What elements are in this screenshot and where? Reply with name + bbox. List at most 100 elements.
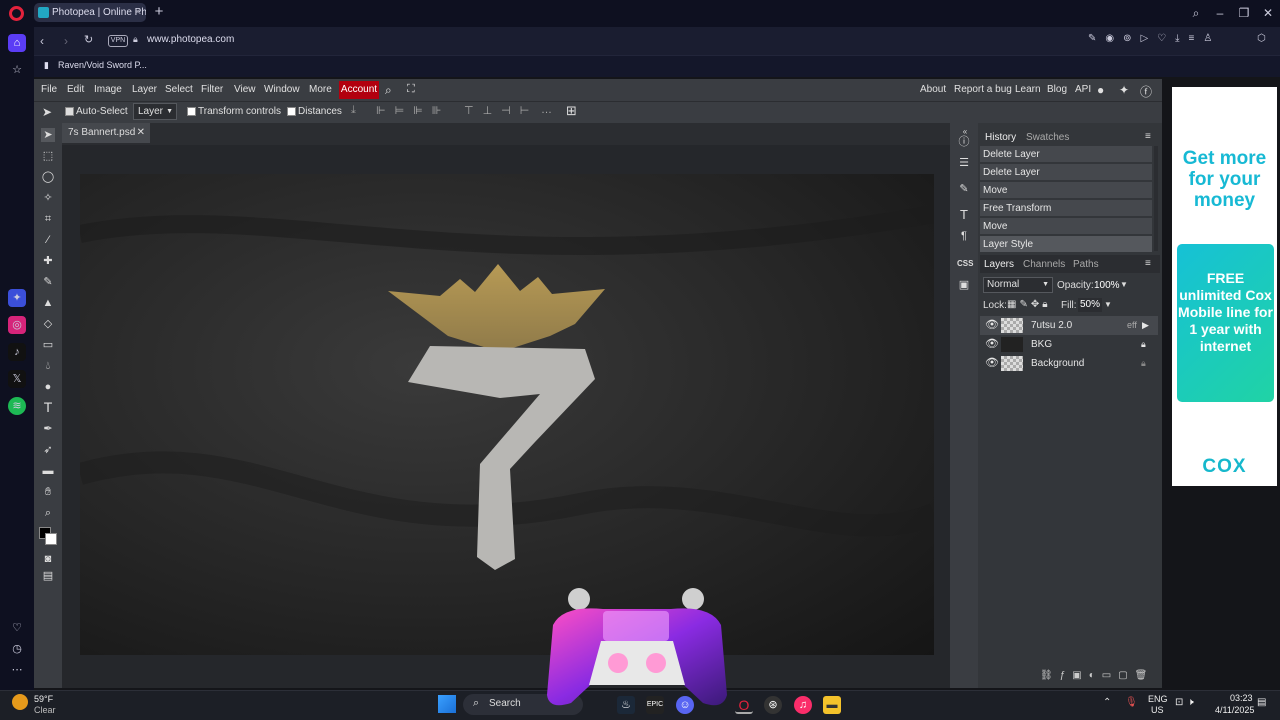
distances-checkbox[interactable] xyxy=(287,107,296,116)
clock-time[interactable]: 03:23 xyxy=(1230,693,1253,703)
path-select-icon[interactable]: ➶ xyxy=(41,443,55,457)
new-tab-button[interactable]: + xyxy=(151,4,167,20)
menu-about[interactable]: About xyxy=(920,84,946,95)
close-tab-icon[interactable]: ✕ xyxy=(134,3,142,22)
tab-channels[interactable]: Channels xyxy=(1023,259,1065,270)
character-icon[interactable]: T xyxy=(957,208,971,222)
lock-options-icons[interactable]: ▦✎✥🔒︎ xyxy=(1007,299,1051,310)
adjustments-icon[interactable]: ☰ xyxy=(957,156,971,170)
steam-icon[interactable]: ♨ xyxy=(617,696,635,714)
home-icon[interactable]: ⌂ xyxy=(8,34,26,52)
more-icon[interactable]: ⋯ xyxy=(8,661,26,679)
microphone-icon[interactable]: 🎙︎ xyxy=(1125,697,1138,708)
reddit-icon[interactable]: ● xyxy=(1097,83,1104,97)
browser-tab[interactable]: Photopea | Online Photo E✕ xyxy=(34,3,146,22)
language-indicator[interactable]: ENG xyxy=(1148,694,1168,704)
blur-tool-icon[interactable]: 💧︎ xyxy=(41,359,55,373)
menu-more[interactable]: More xyxy=(309,84,332,95)
layer-row[interactable]: 👁︎ 7utsu 2.0 eff ▶ xyxy=(980,316,1158,335)
vpn-badge[interactable]: VPN xyxy=(108,35,128,47)
app-icon[interactable]: ⊛ xyxy=(764,696,782,714)
magic-wand-icon[interactable]: ✧ xyxy=(41,191,55,205)
image-icon[interactable]: ▣ xyxy=(957,278,971,292)
forward-icon[interactable]: › xyxy=(64,34,68,48)
itunes-icon[interactable]: ♫ xyxy=(794,696,812,714)
notifications-icon[interactable]: ▤ xyxy=(1257,697,1266,708)
history-item-active[interactable]: Layer Style xyxy=(980,236,1152,253)
history-scrollbar[interactable] xyxy=(1154,146,1158,251)
x-icon[interactable]: 𝕏 xyxy=(8,370,26,388)
crop-tool-icon[interactable]: ⌗ xyxy=(41,212,55,226)
brush-settings-icon[interactable]: ✎ xyxy=(957,182,971,196)
tab-paths[interactable]: Paths xyxy=(1073,259,1099,270)
close-window-button[interactable]: ✕ xyxy=(1258,4,1278,22)
opacity-arrow-icon[interactable]: ▼ xyxy=(1120,280,1128,289)
opacity-value[interactable]: 100% xyxy=(1094,280,1120,291)
history-item[interactable]: Move xyxy=(980,218,1152,235)
opera-taskbar-icon[interactable]: O xyxy=(735,696,753,714)
panel-menu-icon[interactable]: ≡ xyxy=(1145,131,1151,142)
tiktok-icon[interactable]: ♪ xyxy=(8,343,26,361)
document-canvas[interactable] xyxy=(80,174,934,655)
auto-select-checkbox[interactable] xyxy=(65,107,74,116)
shape-tool-icon[interactable]: ▬ xyxy=(41,464,55,478)
layer-row[interactable]: 👁︎ BKG 🔒︎ xyxy=(980,335,1158,354)
history-item[interactable]: Move xyxy=(980,182,1152,199)
menu-view[interactable]: View xyxy=(234,84,256,95)
history-item[interactable]: Delete Layer xyxy=(980,164,1152,181)
history-item[interactable]: Delete Layer xyxy=(980,146,1152,163)
menu-image[interactable]: Image xyxy=(94,84,122,95)
fill-arrow-icon[interactable]: ▼ xyxy=(1104,300,1112,309)
layer-select-dropdown[interactable]: Layer ▼ xyxy=(133,103,177,120)
reload-icon[interactable]: ↻ xyxy=(84,33,93,46)
marquee-tool-icon[interactable]: ⬚ xyxy=(41,149,55,163)
menu-learn[interactable]: Learn xyxy=(1015,84,1041,95)
css-icon[interactable]: CSS xyxy=(957,257,973,271)
menu-select[interactable]: Select xyxy=(165,84,193,95)
account-button[interactable]: Account xyxy=(339,81,379,99)
search-icon[interactable]: ⌕ xyxy=(385,83,392,98)
fill-value[interactable]: 50% xyxy=(1078,298,1102,312)
gradient-tool-icon[interactable]: ▭ xyxy=(41,338,55,352)
weather-temp[interactable]: 59°F xyxy=(34,694,53,704)
network-volume-icons[interactable]: ⊡🕨︎ xyxy=(1175,697,1198,708)
more-options-icon[interactable]: … xyxy=(541,104,552,116)
layer-row[interactable]: 👁︎ Background 🔒︎ xyxy=(980,354,1158,373)
fullscreen-icon[interactable]: ⛶ xyxy=(407,83,415,96)
blend-mode-dropdown[interactable]: Normal ▼ xyxy=(983,277,1053,293)
menu-api[interactable]: API xyxy=(1075,84,1091,95)
history-clock-icon[interactable]: ◷ xyxy=(8,640,26,658)
twitter-icon[interactable]: ✦ xyxy=(1119,83,1129,97)
menu-blog[interactable]: Blog xyxy=(1047,84,1067,95)
paragraph-icon[interactable]: ¶ xyxy=(957,229,971,243)
download-align-icon[interactable]: ⤓ xyxy=(351,104,356,117)
brush-tool-icon[interactable]: ✎ xyxy=(41,275,55,289)
healing-brush-icon[interactable]: ✚ xyxy=(41,254,55,268)
menu-file[interactable]: File xyxy=(41,84,57,95)
history-item[interactable]: Free Transform xyxy=(980,200,1152,217)
eye-icon[interactable]: 👁︎ xyxy=(985,354,999,373)
menu-edit[interactable]: Edit xyxy=(67,84,84,95)
distribute-icons[interactable]: ⊤⊥⊣⊢ xyxy=(464,104,538,117)
minimize-button[interactable]: – xyxy=(1210,4,1230,22)
hand-tool-icon[interactable]: ✋︎ xyxy=(41,485,55,499)
eraser-tool-icon[interactable]: ◇ xyxy=(41,317,55,331)
align-icons[interactable]: ⊩⊨⊫⊪ xyxy=(376,104,450,117)
dodge-tool-icon[interactable]: ● xyxy=(41,380,55,394)
star-icon[interactable]: ☆ xyxy=(8,61,26,79)
tab-history[interactable]: History xyxy=(985,132,1016,143)
transform-controls-checkbox[interactable] xyxy=(187,107,196,116)
expand-effects-icon[interactable]: ▶ xyxy=(1142,316,1149,335)
zoom-tool-icon[interactable]: ⌕ xyxy=(41,506,55,520)
url-field[interactable]: www.photopea.com xyxy=(147,34,234,45)
tab-swatches[interactable]: Swatches xyxy=(1026,132,1069,143)
info-icon[interactable]: ⓘ xyxy=(957,135,971,149)
opera-logo-icon[interactable] xyxy=(9,6,24,21)
menu-layer[interactable]: Layer xyxy=(132,84,157,95)
heart-icon[interactable]: ♡ xyxy=(8,619,26,637)
extensions-icon[interactable]: ⬡ xyxy=(1257,33,1269,47)
close-document-icon[interactable]: ✕ xyxy=(137,123,145,143)
eye-icon[interactable]: 👁︎ xyxy=(985,335,999,354)
facebook-icon[interactable]: ⓕ xyxy=(1140,83,1152,100)
discord-icon[interactable]: ☺ xyxy=(676,696,694,714)
